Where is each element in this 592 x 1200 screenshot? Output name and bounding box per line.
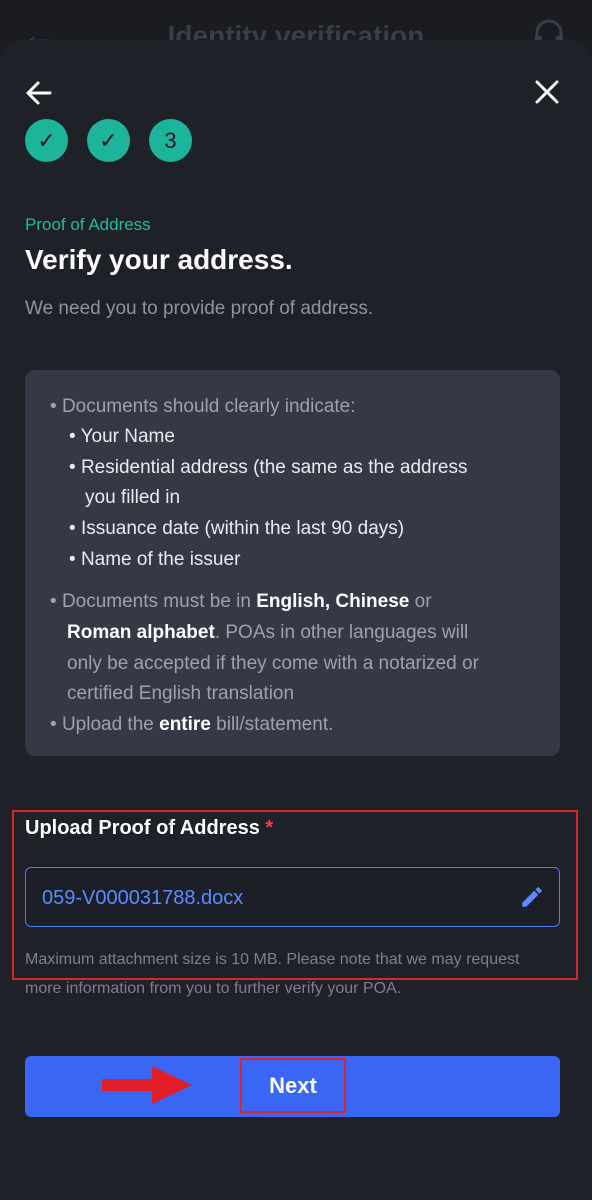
- requirement-upload: • Upload the entire bill/statement.: [50, 714, 334, 735]
- check-icon: ✓: [37, 127, 56, 153]
- page-subtitle: We need you to provide proof of address.: [25, 298, 374, 319]
- requirements-box: • Documents should clearly indicate: • Y…: [25, 370, 560, 756]
- requirement-language-line3: only be accepted if they come with a not…: [67, 653, 479, 674]
- requirement-subitem: • Issuance date (within the last 90 days…: [69, 518, 405, 539]
- uploaded-file-name: 059-V000031788.docx: [42, 887, 244, 909]
- requirement-language: • Documents must be in English, Chinese …: [50, 591, 432, 612]
- requirement-subitem: • Name of the issuer: [69, 549, 241, 570]
- upload-label: Upload Proof of Address *: [25, 817, 274, 839]
- back-arrow-icon[interactable]: [24, 78, 54, 108]
- attachment-hint: Maximum attachment size is 10 MB. Please…: [25, 951, 520, 997]
- red-arrow-icon: [102, 1066, 192, 1104]
- progress-steps: ✓ ✓ 3: [25, 119, 192, 163]
- requirement-language-line2: Roman alphabet. POAs in other languages …: [67, 622, 469, 643]
- pencil-edit-icon[interactable]: [519, 884, 545, 910]
- step-3-current: 3: [149, 119, 192, 162]
- step-number: 3: [164, 127, 177, 153]
- requirement-subitem: • Residential address (the same as the a…: [69, 457, 468, 478]
- step-2-complete: ✓: [87, 119, 130, 162]
- next-button-label[interactable]: Next: [240, 1073, 346, 1099]
- page-title: Verify your address.: [25, 244, 293, 275]
- section-label: Proof of Address: [25, 215, 151, 234]
- required-mark: *: [265, 817, 274, 839]
- requirement-subitem-continued: you filled in: [85, 487, 181, 508]
- requirement-documents: • Documents should clearly indicate:: [50, 396, 356, 417]
- check-icon: ✓: [99, 127, 118, 153]
- step-1-complete: ✓: [25, 119, 68, 162]
- upload-file-field[interactable]: 059-V000031788.docx: [25, 867, 560, 927]
- requirement-subitem: • Your Name: [69, 426, 175, 447]
- requirement-language-line4: certified English translation: [67, 683, 295, 704]
- close-icon[interactable]: [533, 78, 561, 106]
